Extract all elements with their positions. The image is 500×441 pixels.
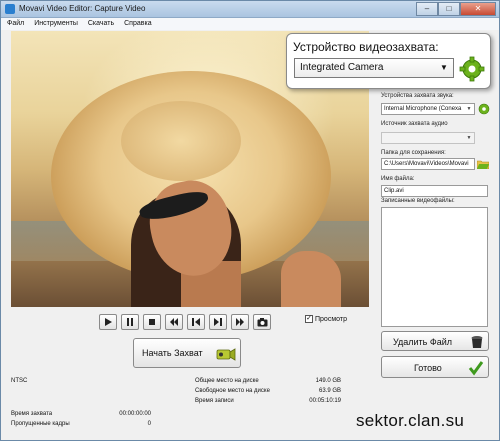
delete-file-button[interactable]: Удалить Файл [381,331,489,351]
pause-button[interactable] [121,314,139,330]
save-folder-input[interactable]: C:\Users\Movavi\Videos\Movavi [381,158,475,170]
menu-file[interactable]: Файл [7,18,24,30]
free-disk-label: Свободное место на диске [195,388,270,394]
capture-window: Movavi Video Editor: Capture Video – □ ✕… [0,0,500,441]
capture-time-value: 00:00:00:00 [119,411,151,417]
chevron-down-icon: ▼ [466,106,472,112]
minimize-button[interactable]: – [416,2,438,16]
stop-icon [149,319,155,325]
trash-icon [471,336,483,348]
gear-icon[interactable] [459,56,485,82]
total-disk-label: Общее место на диске [195,378,259,384]
menu-bar: Файл Инструменты Скачать Справка [1,18,499,30]
dropped-frames-value: 0 [147,421,151,427]
preview-toggle[interactable]: ✓ Просмотр [305,315,347,323]
folder-icon[interactable] [477,159,489,169]
window-title: Movavi Video Editor: Capture Video [19,4,146,13]
record-time-label: Время записи [195,398,234,404]
done-button[interactable]: Готово [381,356,489,378]
rewind-icon [170,318,178,326]
fast-forward-button[interactable] [231,314,249,330]
title-bar: Movavi Video Editor: Capture Video – □ ✕ [1,1,499,18]
preview-label: Просмотр [315,315,347,323]
camera-icon [257,318,268,327]
dropped-frames-label: Пропущенные кадры [11,421,70,427]
audio-source-select[interactable]: ▼ [381,132,475,144]
preview-checkbox[interactable]: ✓ [305,315,313,323]
recorded-files-list[interactable] [381,207,488,327]
watermark-text: sektor.clan.su [356,411,465,430]
audio-settings-gear-icon[interactable] [477,102,491,116]
video-standard: NTSC [11,378,28,384]
audio-device-label: Устройства захвата звука: [381,93,454,99]
total-disk-value: 149.0 GB [315,378,341,384]
capture-time-label: Время захвата [11,411,53,417]
chevron-down-icon: ▼ [440,63,448,72]
start-capture-button[interactable]: Начать Захват [133,338,241,368]
recorded-files-label: Записанные видеофайлы: [381,198,455,204]
close-button[interactable]: ✕ [460,2,496,16]
record-time-value: 00:05:10:19 [309,398,341,404]
play-button[interactable] [99,314,117,330]
playback-controls [99,314,271,330]
video-device-label: Устройство видеозахвата: [293,40,439,54]
fast-forward-icon [236,318,244,326]
chevron-down-icon: ▼ [466,135,472,141]
audio-source-label: Источник захвата аудио [381,121,448,127]
play-icon [105,318,112,326]
checkmark-icon [468,361,484,376]
step-back-icon [192,318,200,326]
snapshot-button[interactable] [253,314,271,330]
stop-button[interactable] [143,314,161,330]
save-folder-label: Папка для сохранения: [381,150,446,156]
menu-download[interactable]: Скачать [88,18,114,30]
free-disk-value: 63.9 GB [318,388,341,394]
menu-tools[interactable]: Инструменты [34,18,78,30]
maximize-button[interactable]: □ [438,2,460,16]
rewind-button[interactable] [165,314,183,330]
filename-input[interactable]: Clip.avi [381,185,488,197]
app-icon [5,4,15,14]
menu-help[interactable]: Справка [124,18,151,30]
audio-device-select[interactable]: Internal Microphone (Conexa ▼ [381,103,475,115]
filename-label: Имя файла: [381,176,415,182]
video-device-select[interactable]: Integrated Camera ▼ [294,58,454,78]
step-forward-icon [214,318,222,326]
camcorder-icon [216,348,236,361]
pause-icon [127,318,133,326]
video-device-callout: Устройство видеозахвата: Integrated Came… [286,33,491,89]
step-back-button[interactable] [187,314,205,330]
step-forward-button[interactable] [209,314,227,330]
